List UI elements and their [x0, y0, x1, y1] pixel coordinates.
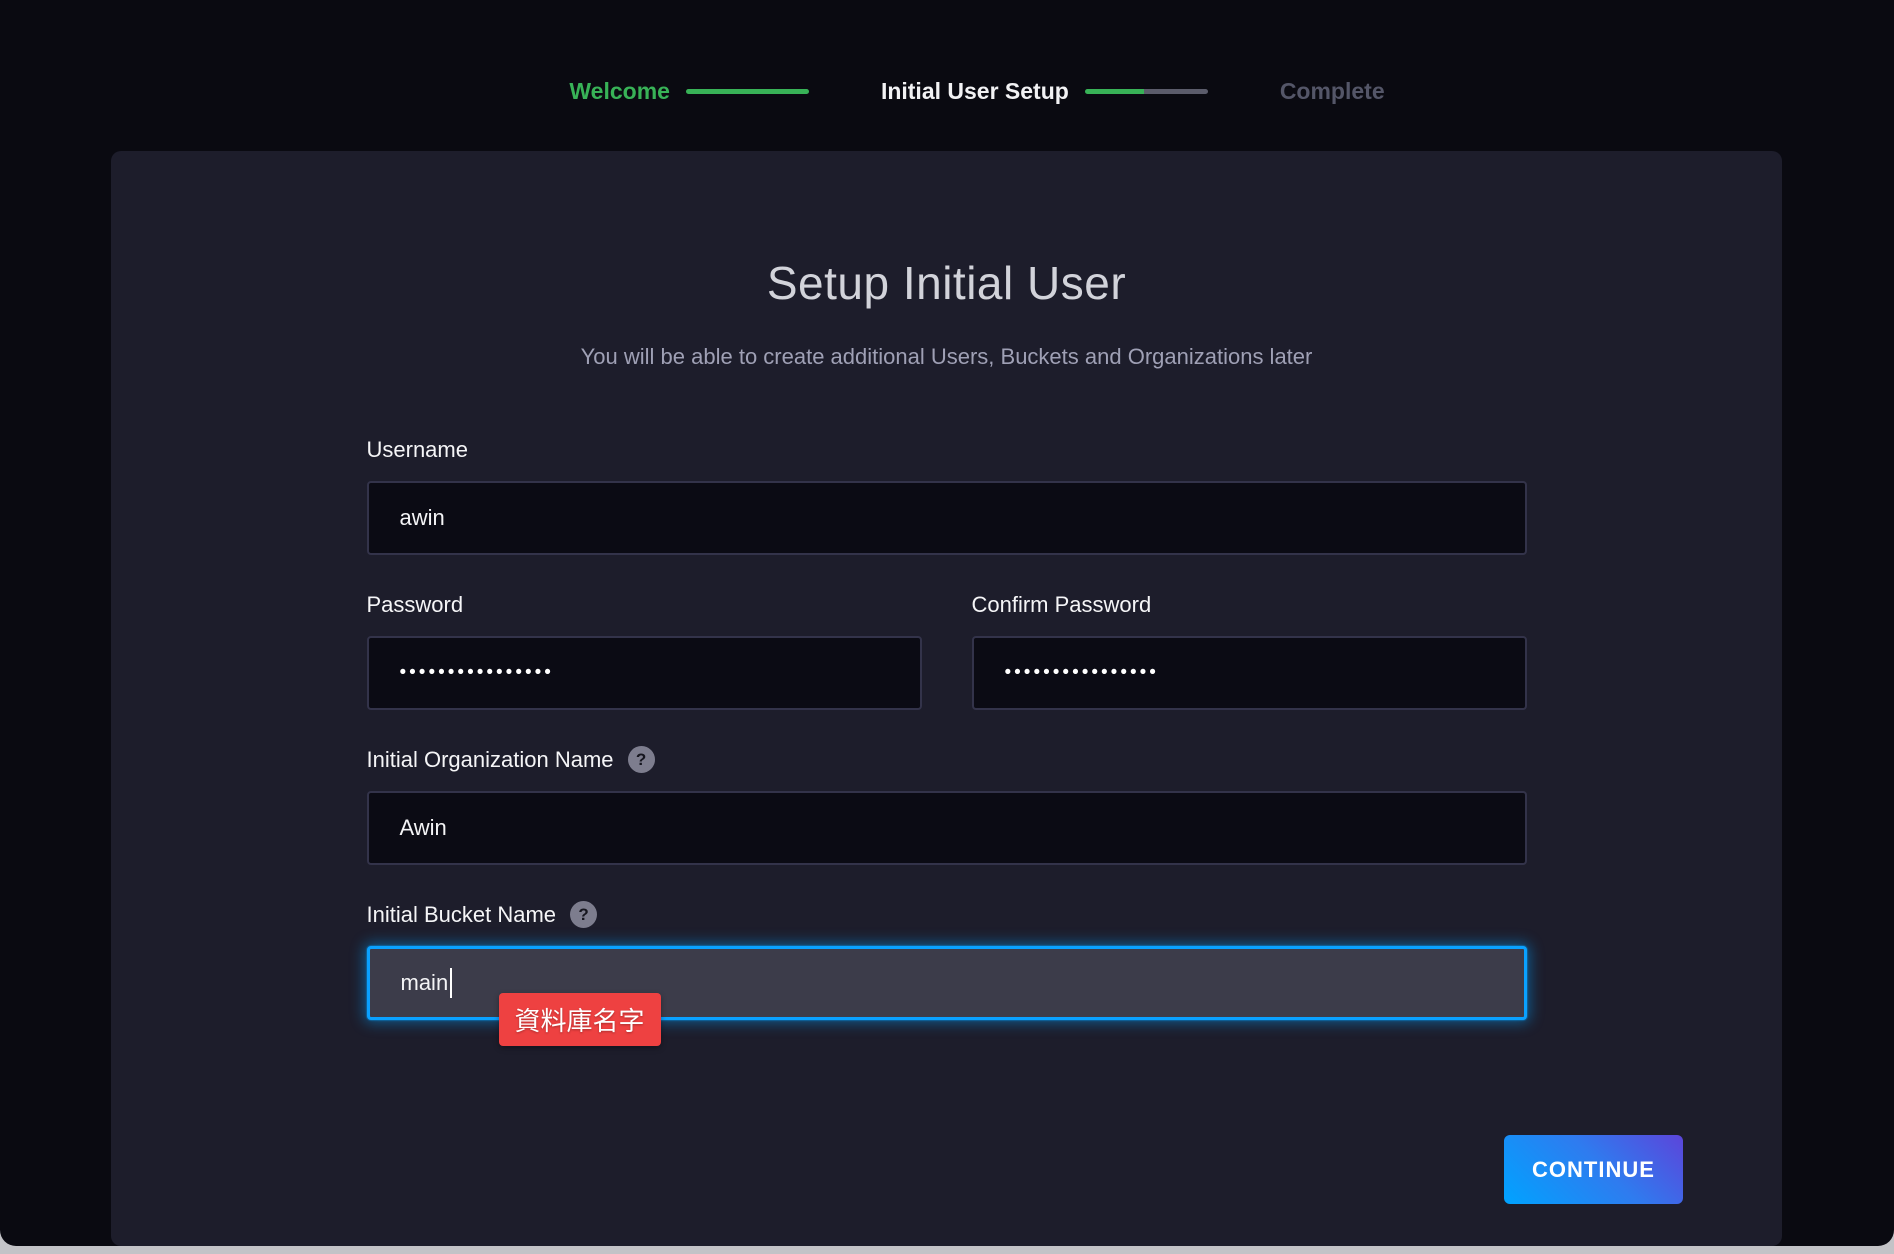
confirm-password-field: Confirm Password ••••••••••••••••: [972, 591, 1527, 710]
text-caret: [450, 968, 452, 998]
password-field: Password ••••••••••••••••: [367, 591, 922, 710]
password-label: Password: [367, 591, 464, 618]
setup-stepper: Welcome Initial User Setup Complete: [30, 78, 1894, 105]
stepper-step-complete[interactable]: Complete: [1280, 78, 1385, 105]
stepper-progress-line-1: [686, 89, 809, 94]
bucket-name-label: Initial Bucket Name: [367, 901, 557, 928]
org-name-value: Awin: [400, 815, 447, 841]
setup-panel: Setup Initial User You will be able to c…: [111, 151, 1782, 1246]
username-input[interactable]: awin: [367, 481, 1527, 555]
page-subtitle: You will be able to create additional Us…: [111, 342, 1782, 372]
confirm-password-masked-value: ••••••••••••••••: [1005, 662, 1159, 684]
bucket-help-icon[interactable]: ?: [570, 901, 597, 928]
username-value: awin: [400, 505, 445, 531]
org-name-label: Initial Organization Name: [367, 746, 614, 773]
stepper-step-initial-user-setup[interactable]: Initial User Setup: [881, 78, 1069, 105]
password-input[interactable]: ••••••••••••••••: [367, 636, 922, 710]
confirm-password-input[interactable]: ••••••••••••••••: [972, 636, 1527, 710]
continue-button[interactable]: CONTINUE: [1504, 1135, 1683, 1204]
org-name-input[interactable]: Awin: [367, 791, 1527, 865]
setup-form: Username awin Password ••••••••••••••••: [367, 436, 1527, 1020]
password-masked-value: ••••••••••••••••: [400, 662, 554, 684]
username-field: Username awin: [367, 436, 1527, 555]
username-label: Username: [367, 436, 468, 463]
bucket-name-value: main: [401, 970, 449, 996]
app-window: Welcome Initial User Setup Complete Setu…: [0, 0, 1894, 1246]
bucket-annotation-text: 資料庫名字: [515, 1001, 645, 1038]
org-name-field: Initial Organization Name ? Awin: [367, 746, 1527, 865]
bucket-annotation-tooltip: 資料庫名字: [499, 993, 661, 1046]
stepper-step-welcome[interactable]: Welcome: [569, 78, 670, 105]
confirm-password-label: Confirm Password: [972, 591, 1152, 618]
org-help-icon[interactable]: ?: [628, 746, 655, 773]
page-title: Setup Initial User: [111, 151, 1782, 310]
bucket-name-field: Initial Bucket Name ? main 資料庫名字: [367, 901, 1527, 1020]
stepper-progress-line-2: [1085, 89, 1208, 94]
